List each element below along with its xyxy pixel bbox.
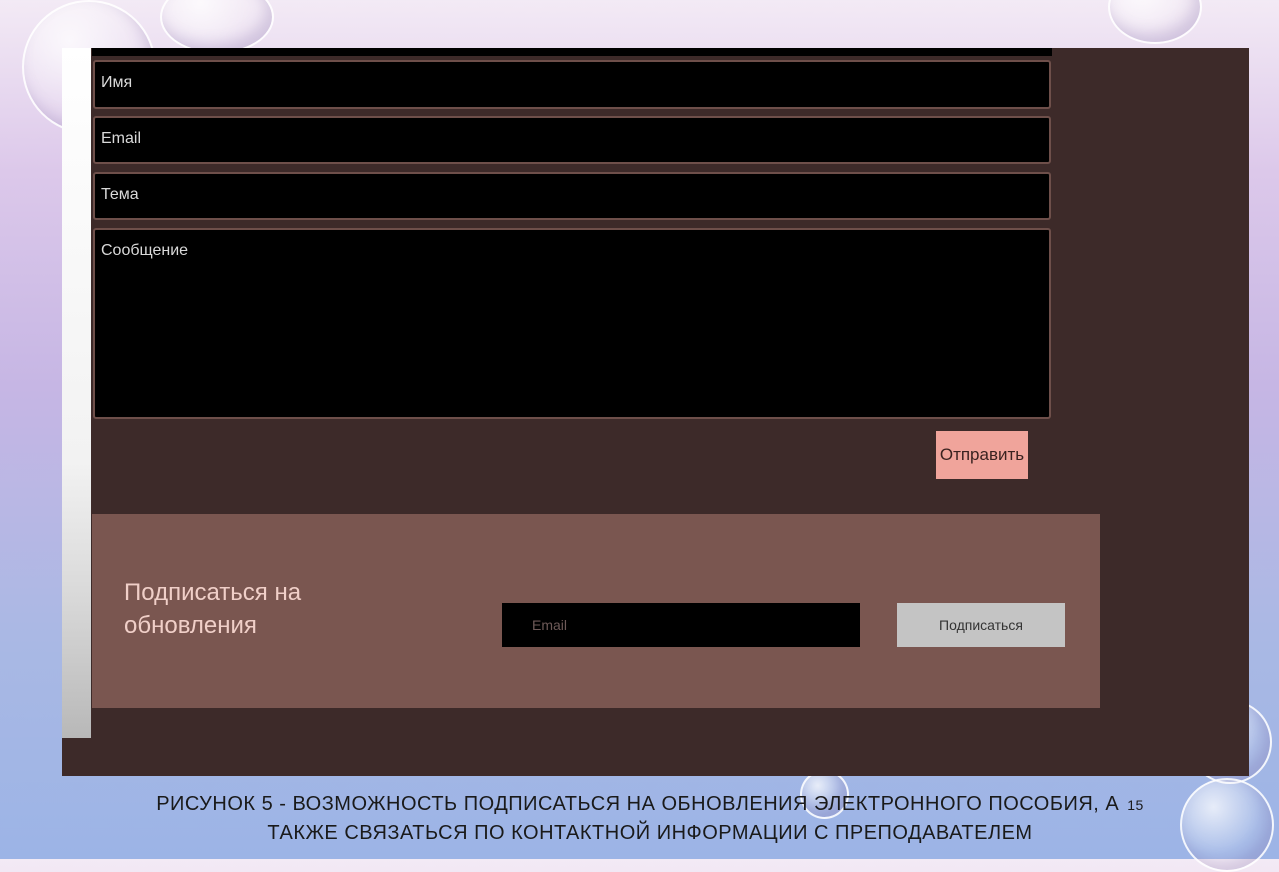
figure-caption: РИСУНОК 5 - ВОЗМОЖНОСТЬ ПОДПИСАТЬСЯ НА О… — [110, 790, 1190, 847]
caption-line-1: РИСУНОК 5 - ВОЗМОЖНОСТЬ ПОДПИСАТЬСЯ НА О… — [110, 790, 1190, 819]
send-button[interactable]: Отправить — [936, 431, 1028, 479]
subscribe-email-placeholder: Email — [532, 617, 568, 633]
message-textarea[interactable]: Сообщение — [93, 228, 1051, 419]
subscribe-panel: Подписаться на обновления Email Подписат… — [92, 514, 1100, 708]
website-screenshot: Имя Email Тема Сообщение Отправить Подпи… — [62, 48, 1249, 776]
name-field-placeholder: Имя — [101, 74, 133, 91]
message-textarea-placeholder: Сообщение — [101, 242, 189, 259]
bubble-decoration — [160, 0, 274, 54]
subject-field[interactable]: Тема — [93, 172, 1051, 220]
caption-line-2: ТАКЖЕ СВЯЗАТЬСЯ ПО КОНТАКТНОЙ ИНФОРМАЦИИ… — [267, 822, 1033, 844]
subscribe-title: Подписаться на обновления — [124, 579, 302, 639]
left-image-strip — [62, 48, 91, 738]
page-number: 15 — [1127, 797, 1144, 813]
subscribe-button[interactable]: Подписаться — [897, 603, 1065, 647]
email-field-placeholder: Email — [101, 130, 142, 147]
subject-field-placeholder: Тема — [101, 186, 139, 203]
bubble-decoration — [1108, 0, 1202, 44]
top-field-edge — [92, 48, 1052, 56]
bubble-decoration — [1180, 778, 1274, 872]
caption-line-1-text: РИСУНОК 5 - ВОЗМОЖНОСТЬ ПОДПИСАТЬСЯ НА О… — [156, 793, 1120, 815]
name-field[interactable]: Имя — [93, 60, 1051, 109]
subscribe-email-input[interactable]: Email — [502, 603, 860, 647]
email-field[interactable]: Email — [93, 116, 1051, 164]
